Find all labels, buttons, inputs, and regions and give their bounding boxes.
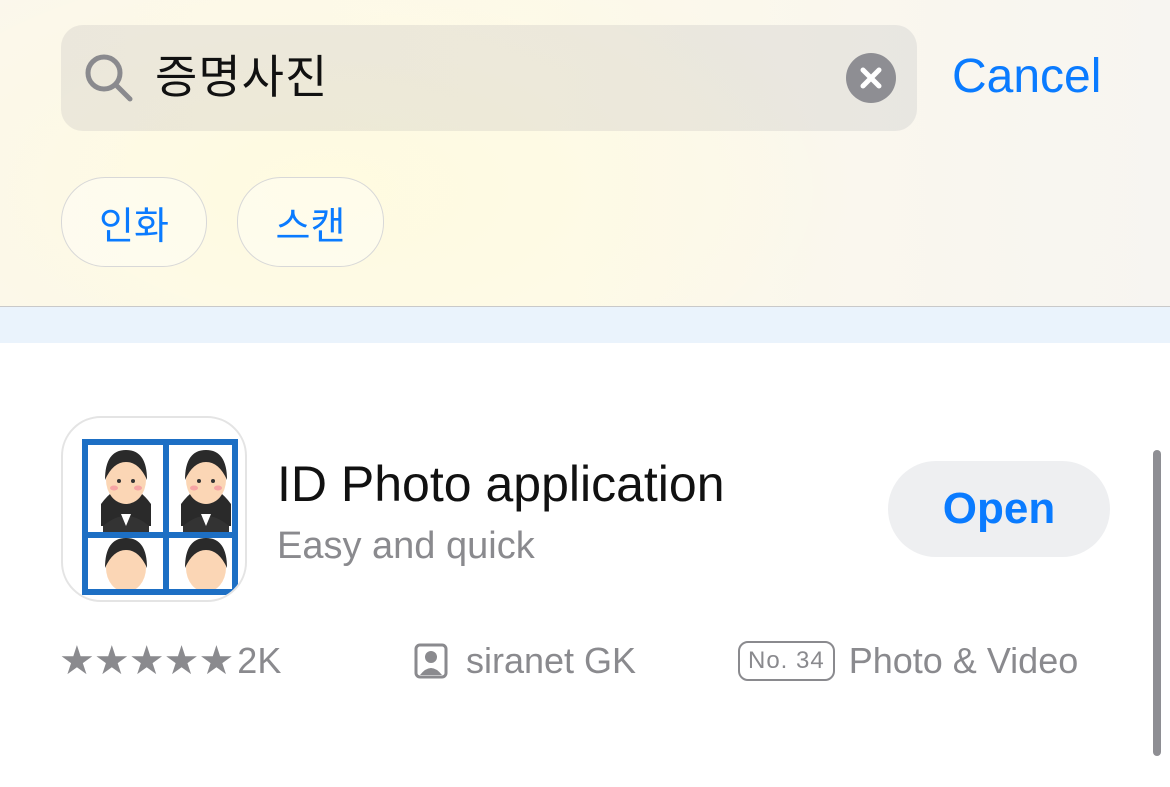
- app-icon[interactable]: [61, 416, 247, 602]
- search-header: 증명사진 Cancel 인화 스캔: [0, 0, 1170, 307]
- cancel-button[interactable]: Cancel: [952, 48, 1101, 106]
- suggestion-chip[interactable]: 인화: [61, 177, 207, 267]
- rating: ★ ★ ★ ★ ★ 2K: [59, 638, 281, 684]
- app-name[interactable]: ID Photo application: [277, 454, 725, 514]
- clear-icon: [860, 67, 882, 89]
- developer-name: siranet GK: [466, 640, 637, 681]
- clear-search-button[interactable]: [846, 53, 896, 103]
- section-divider: [0, 307, 1170, 343]
- star-icon: ★: [93, 638, 130, 684]
- search-input[interactable]: 증명사진: [155, 48, 328, 106]
- rating-count: 2K: [237, 640, 282, 681]
- star-icon: ★: [163, 638, 200, 684]
- scrollbar[interactable]: [1153, 450, 1161, 756]
- developer-info: siranet GK: [414, 638, 636, 684]
- star-icon: ★: [59, 638, 95, 684]
- app-subtitle: Easy and quick: [277, 525, 535, 567]
- search-icon: [85, 54, 133, 102]
- category-info: No. 34 Photo & Video: [738, 638, 1078, 684]
- search-bar[interactable]: 증명사진: [61, 25, 917, 131]
- person-icon: [414, 643, 448, 679]
- rank-badge: No. 34: [738, 641, 835, 681]
- category-name: Photo & Video: [848, 640, 1079, 681]
- star-icon: ★: [128, 638, 165, 684]
- id-photo-illustration: [82, 439, 238, 595]
- suggestion-chip[interactable]: 스캔: [237, 177, 384, 267]
- star-icon: ★: [198, 638, 235, 684]
- open-button[interactable]: Open: [888, 461, 1110, 557]
